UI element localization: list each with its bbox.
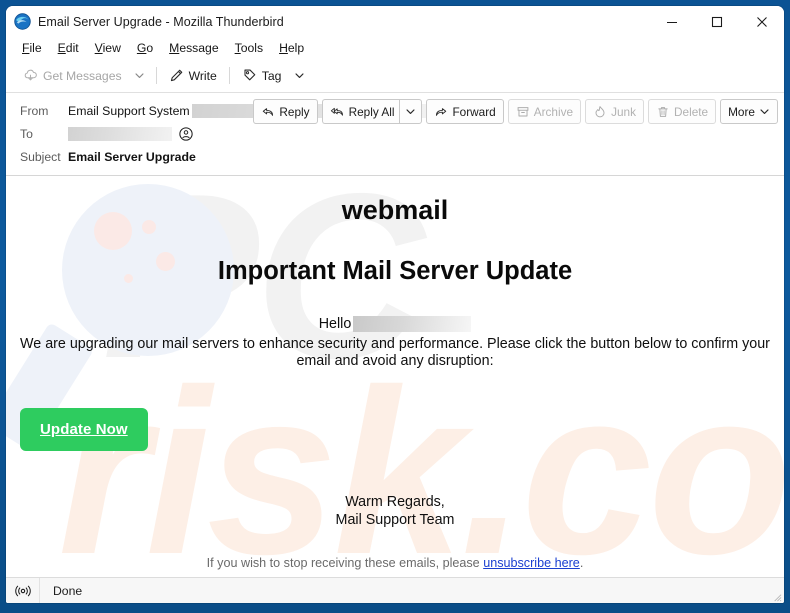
reply-all-icon xyxy=(330,107,343,116)
update-now-button[interactable]: Update Now xyxy=(20,408,148,452)
thunderbird-window: Email Server Upgrade - Mozilla Thunderbi… xyxy=(6,6,784,603)
from-label: From xyxy=(20,103,49,118)
maximize-button[interactable] xyxy=(694,6,739,37)
to-value[interactable] xyxy=(68,126,193,141)
get-messages-dropdown-button[interactable] xyxy=(129,63,151,88)
chevron-down-icon xyxy=(406,109,416,114)
archive-button[interactable]: Archive xyxy=(507,99,582,124)
reply-all-label: Reply All xyxy=(348,104,395,119)
chevron-down-icon xyxy=(135,73,144,78)
reply-label: Reply xyxy=(279,104,310,119)
forward-icon xyxy=(436,107,447,116)
minimize-icon xyxy=(666,21,677,23)
window-controls xyxy=(649,6,784,37)
tag-icon xyxy=(244,69,256,81)
menu-item-view[interactable]: View xyxy=(87,37,129,59)
to-label: To xyxy=(20,126,33,141)
menu-item-message[interactable]: Message xyxy=(161,37,226,59)
online-broadcast-icon xyxy=(14,585,31,596)
trash-icon xyxy=(658,106,668,117)
resize-grip-icon[interactable] xyxy=(771,591,782,602)
close-button[interactable] xyxy=(739,6,784,37)
chevron-down-icon xyxy=(295,73,304,78)
thunderbird-logo-icon xyxy=(14,13,31,30)
junk-flame-icon xyxy=(595,105,605,117)
subject-label: Subject xyxy=(20,149,61,164)
forward-button[interactable]: Forward xyxy=(426,99,504,124)
from-sender-name: Email Support System xyxy=(68,103,190,118)
archive-box-icon xyxy=(517,106,529,117)
more-button[interactable]: More xyxy=(720,99,778,124)
toolbar-separator-1 xyxy=(155,67,157,84)
write-button[interactable]: Write xyxy=(162,63,224,88)
toolbar-separator-2 xyxy=(228,67,230,84)
tag-button[interactable]: Tag xyxy=(235,63,289,88)
email-content: webmail Important Mail Server Update Hel… xyxy=(6,176,784,570)
tag-dropdown-button[interactable] xyxy=(288,63,310,88)
contact-circle-icon[interactable] xyxy=(179,126,193,141)
menu-item-go[interactable]: Go xyxy=(129,37,161,59)
more-label: More xyxy=(728,104,755,119)
unsubscribe-prefix: If you wish to stop receiving these emai… xyxy=(206,555,484,570)
window-title: Email Server Upgrade - Mozilla Thunderbi… xyxy=(38,14,284,29)
signoff-line-1: Warm Regards, xyxy=(345,494,445,511)
delete-label: Delete xyxy=(674,104,709,119)
chevron-down-icon xyxy=(760,109,769,114)
menu-item-file[interactable]: File xyxy=(14,37,50,59)
get-messages-label: Get Messages xyxy=(43,68,122,83)
email-headline: Important Mail Server Update xyxy=(217,257,573,286)
unsubscribe-suffix: . xyxy=(579,555,584,570)
archive-label: Archive xyxy=(533,104,574,119)
subject-row: Subject Email Server Upgrade xyxy=(6,145,784,168)
status-message: Done xyxy=(53,583,83,598)
to-address-redaction xyxy=(68,126,172,141)
signoff-line-2: Mail Support Team xyxy=(335,512,455,529)
junk-label: Junk xyxy=(611,104,636,119)
online-status-indicator[interactable] xyxy=(6,578,40,603)
unsubscribe-link[interactable]: unsubscribe here xyxy=(483,556,580,570)
unsubscribe-notice: If you wish to stop receiving these emai… xyxy=(6,556,784,570)
tag-label: Tag xyxy=(261,68,282,83)
message-header: From Email Support System To Subject Ema… xyxy=(6,93,784,176)
pencil-icon xyxy=(170,69,182,82)
menu-bar: File Edit View Go Message Tools Help xyxy=(6,37,784,59)
reply-all-dropdown-button[interactable] xyxy=(399,99,423,124)
maximize-icon xyxy=(711,16,722,27)
greeting-name-redaction xyxy=(353,316,472,333)
cloud-download-icon xyxy=(24,69,37,81)
reply-all-group: Reply All xyxy=(321,99,423,124)
cta-container: Update Now xyxy=(6,408,784,452)
email-paragraph: We are upgrading our mail servers to enh… xyxy=(20,335,770,369)
desktop-background: Email Server Upgrade - Mozilla Thunderbi… xyxy=(0,0,790,613)
message-action-buttons: Reply Reply All Forward Archive Junk Del… xyxy=(253,99,778,124)
reply-all-button[interactable]: Reply All xyxy=(321,99,400,124)
subject-value: Email Server Upgrade xyxy=(68,149,196,164)
reply-icon xyxy=(263,107,274,116)
write-label: Write xyxy=(188,68,217,83)
to-row: To xyxy=(6,122,784,145)
junk-button[interactable]: Junk xyxy=(585,99,644,124)
title-bar: Email Server Upgrade - Mozilla Thunderbi… xyxy=(6,6,784,37)
greeting-text: Hello xyxy=(318,315,352,332)
main-toolbar: Get Messages Write Tag xyxy=(6,59,784,93)
email-signoff: Warm Regards, Mail Support Team xyxy=(6,494,784,529)
status-bar: Done xyxy=(6,577,784,603)
menu-item-tools[interactable]: Tools xyxy=(227,37,271,59)
minimize-button[interactable] xyxy=(649,6,694,37)
close-icon xyxy=(756,16,767,27)
menu-item-help[interactable]: Help xyxy=(271,37,312,59)
email-greeting: Hello xyxy=(6,315,784,334)
reply-button[interactable]: Reply xyxy=(253,99,318,124)
delete-button[interactable]: Delete xyxy=(648,99,717,124)
menu-item-edit[interactable]: Edit xyxy=(50,37,87,59)
message-body: PC risk.com webmail Important Mail Serve… xyxy=(6,176,784,577)
email-brand-heading: webmail xyxy=(341,195,449,225)
forward-label: Forward xyxy=(452,104,496,119)
get-messages-button[interactable]: Get Messages xyxy=(16,63,129,88)
